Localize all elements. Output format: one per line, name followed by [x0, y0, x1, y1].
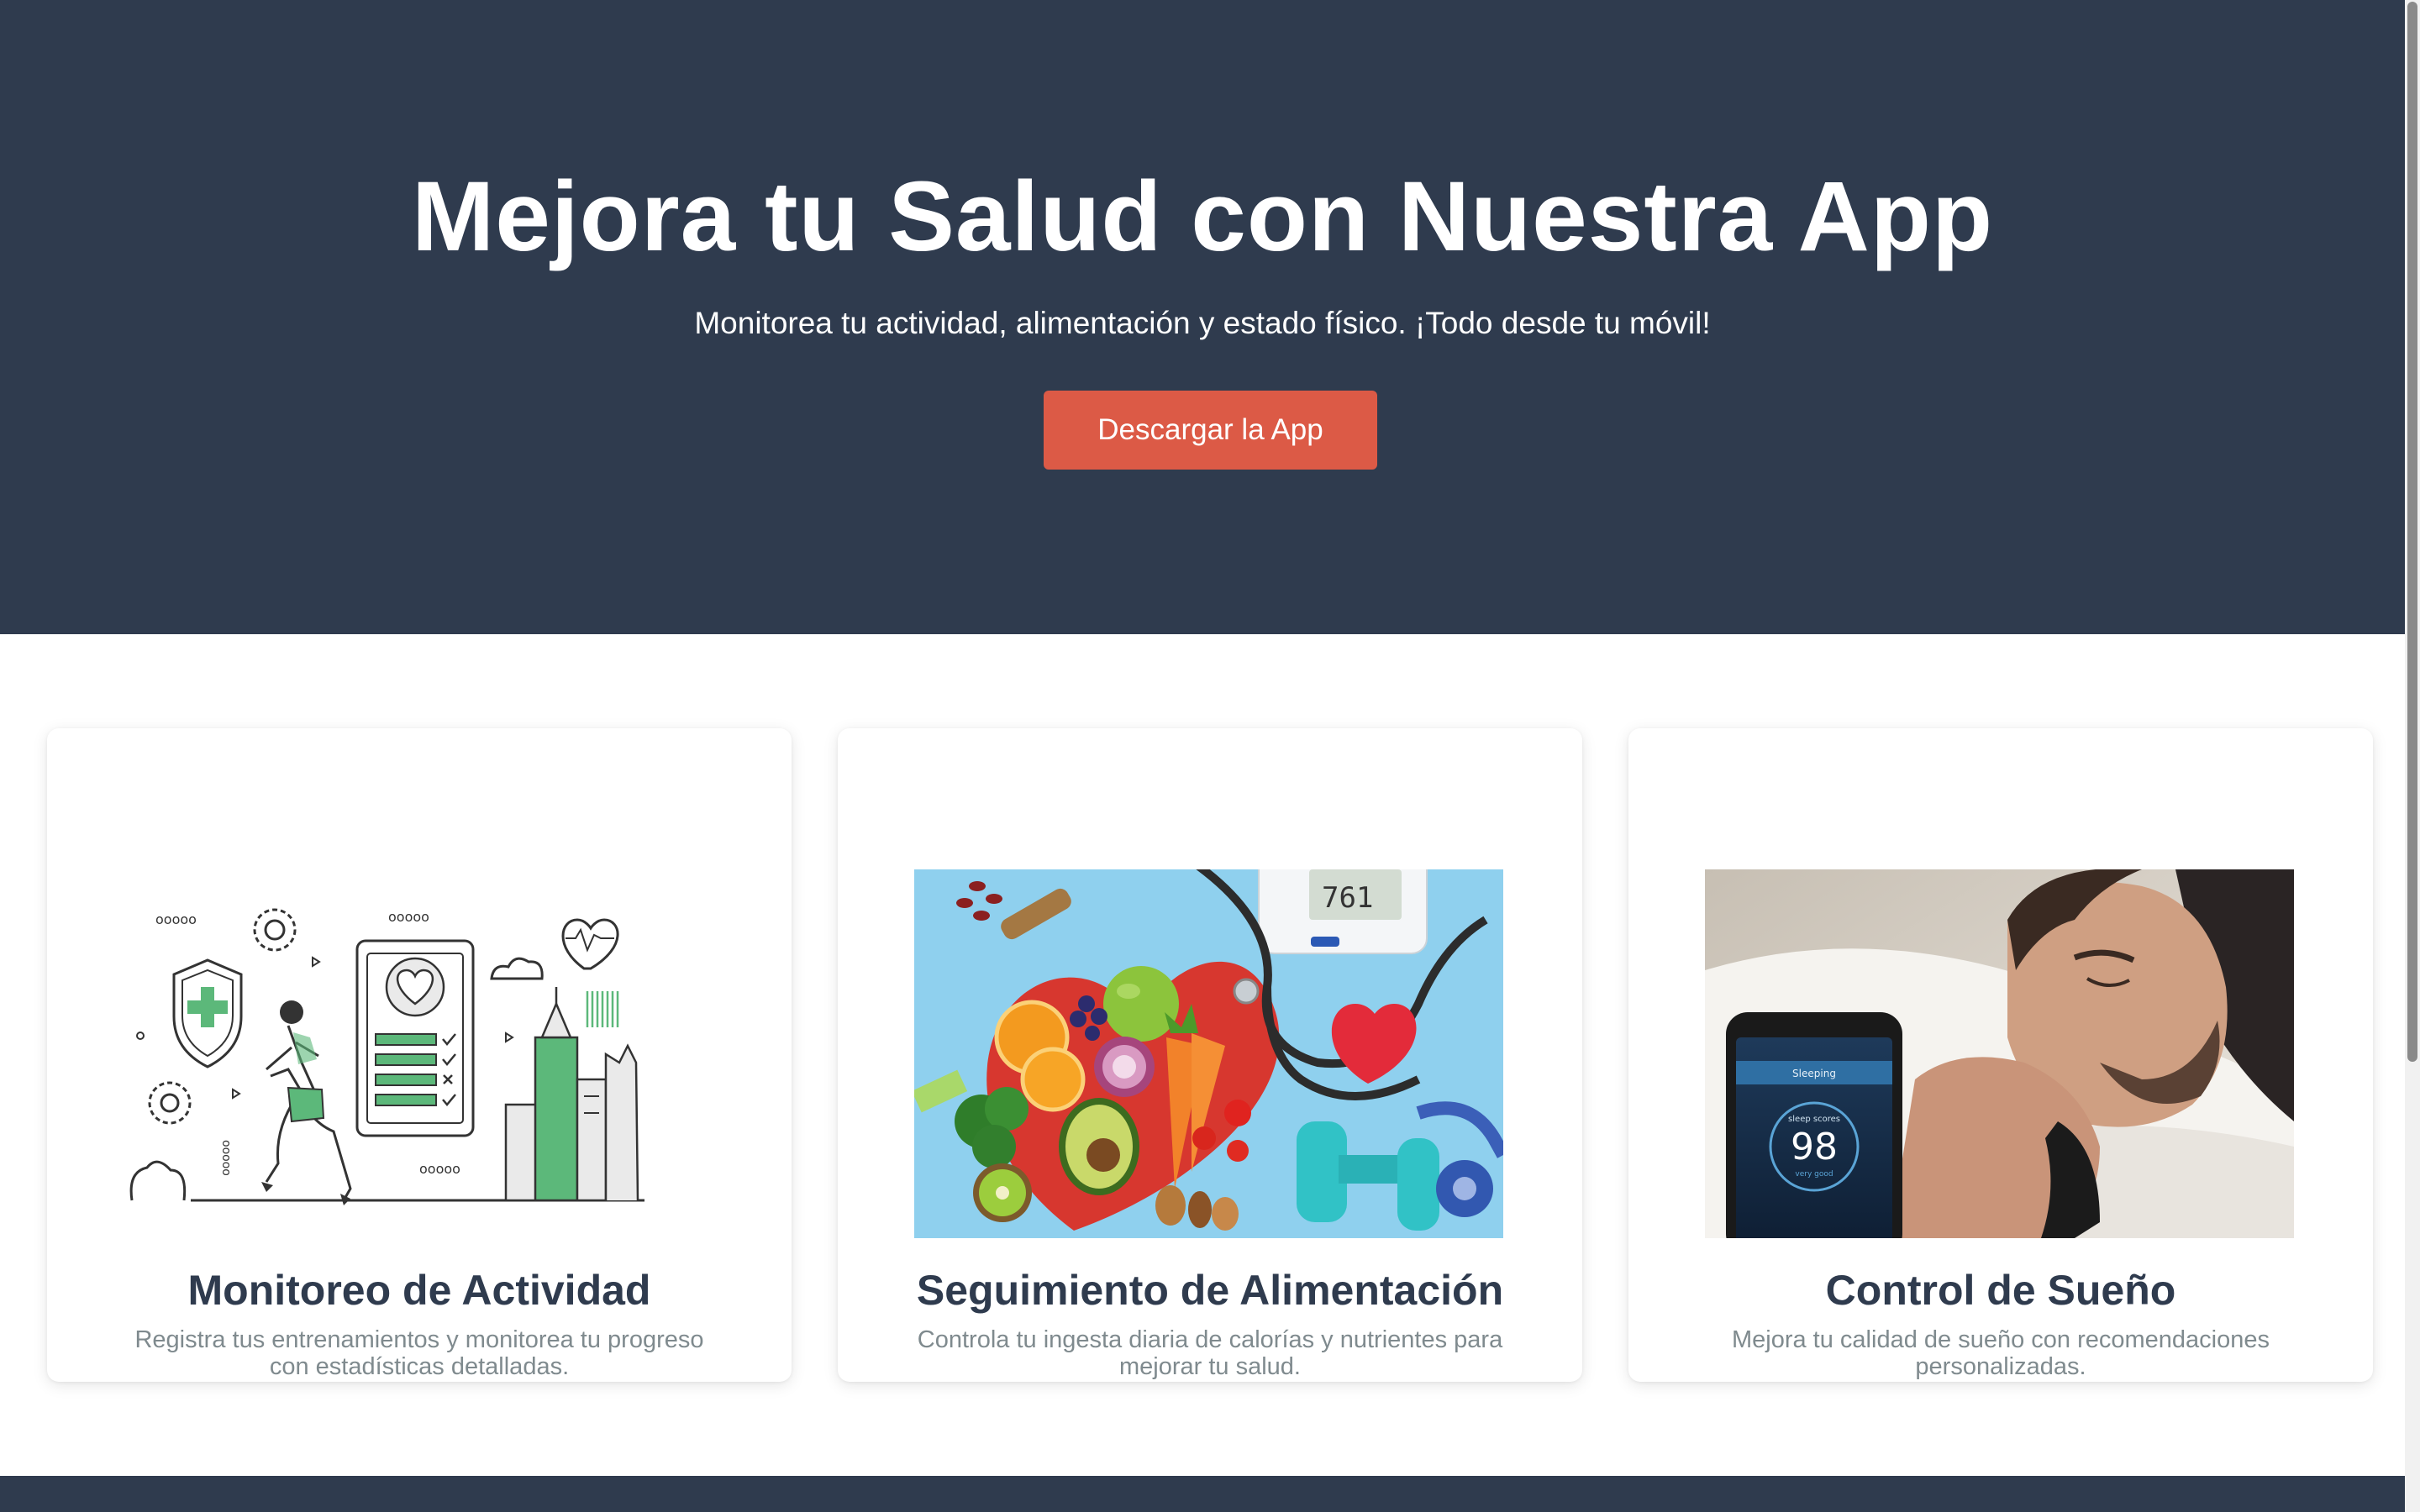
- footer: [0, 1476, 2405, 1512]
- hero-section: Mejora tu Salud con Nuestra App Monitore…: [0, 0, 2405, 634]
- svg-text:ooooo: ooooo: [155, 911, 197, 927]
- sleep-photo: Sleeping sleep scores 98 very good: [1705, 869, 2294, 1238]
- page-scrollbar[interactable]: [2405, 0, 2420, 1512]
- phone-app-title: Sleeping: [1792, 1068, 1836, 1079]
- feature-description: Mejora tu calidad de sueño con recomenda…: [1731, 1326, 2270, 1380]
- landing-page: Mejora tu Salud con Nuestra App Monitore…: [0, 0, 2405, 1512]
- feature-title: Control de Sueño: [1825, 1267, 2176, 1314]
- activity-illustration: ooooo ooooo ooooo ooooo: [124, 869, 713, 1238]
- hero-title: Mejora tu Salud con Nuestra App: [411, 161, 1994, 272]
- feature-description: Controla tu ingesta diaria de calorías y…: [917, 1326, 1503, 1380]
- hero-subtitle: Monitorea tu actividad, alimentación y e…: [694, 306, 1711, 340]
- phone-score: 98: [1791, 1126, 1838, 1168]
- feature-card-activity: ooooo ooooo ooooo ooooo Monitoreo de Act…: [47, 728, 792, 1382]
- feature-title: Seguimiento de Alimentación: [916, 1267, 1504, 1314]
- phone-rating: very good: [1795, 1170, 1833, 1179]
- feature-card-sleep: Sleeping sleep scores 98 very good Contr…: [1628, 728, 2373, 1382]
- svg-text:ooooo: ooooo: [219, 1140, 233, 1176]
- svg-text:761: 761: [1322, 881, 1373, 915]
- features-section: ooooo ooooo ooooo ooooo Monitoreo de Act…: [0, 634, 2405, 1474]
- svg-text:ooooo: ooooo: [388, 909, 429, 925]
- feature-title: Monitoreo de Actividad: [187, 1267, 651, 1314]
- food-health-photo: 761: [914, 869, 1503, 1238]
- download-app-button[interactable]: Descargar la App: [1044, 391, 1377, 470]
- svg-text:ooooo: ooooo: [419, 1161, 460, 1177]
- feature-card-nutrition: 761 Seguimiento de Alimentación Controla…: [838, 728, 1582, 1382]
- feature-description: Registra tus entrenamientos y monitorea …: [134, 1326, 704, 1380]
- phone-score-label: sleep scores: [1788, 1115, 1840, 1124]
- scrollbar-thumb[interactable]: [2407, 2, 2417, 1062]
